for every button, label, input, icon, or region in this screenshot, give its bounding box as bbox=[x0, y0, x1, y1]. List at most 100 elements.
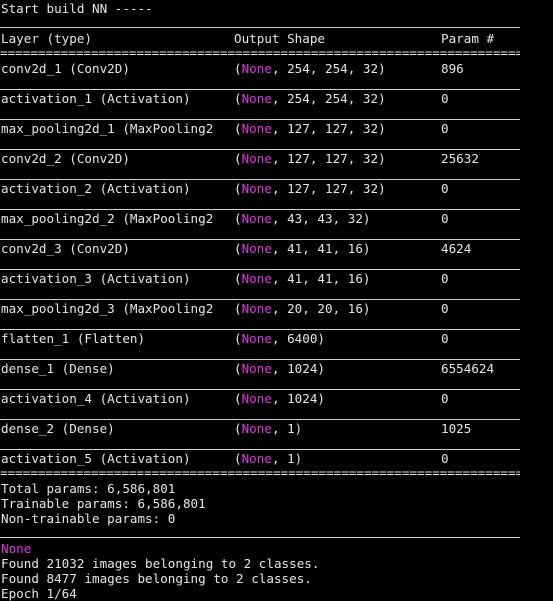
shape-none-keyword: None bbox=[241, 211, 272, 226]
shape-dims: , 43, 43, 32) bbox=[271, 211, 371, 226]
shape-dims: , 127, 127, 32) bbox=[271, 151, 386, 166]
shape-none-keyword: None bbox=[241, 421, 272, 436]
row-divider bbox=[0, 449, 520, 450]
shape-open-paren: ( bbox=[234, 241, 242, 256]
param-count: 0 bbox=[441, 121, 449, 136]
layer-name: max_pooling2d_2 (MaxPooling2 bbox=[1, 211, 214, 226]
param-count: 6554624 bbox=[441, 361, 495, 376]
output-shape: (None, 1024) bbox=[234, 361, 325, 377]
totals-separator: ========================================… bbox=[0, 470, 520, 476]
shape-open-paren: ( bbox=[234, 421, 242, 436]
none-output: None bbox=[1, 541, 32, 556]
shape-open-paren: ( bbox=[234, 301, 242, 316]
found-val-images: Found 8477 images belonging to 2 classes… bbox=[1, 571, 312, 586]
layer-name: activation_4 (Activation) bbox=[1, 391, 191, 406]
shape-none-keyword: None bbox=[241, 271, 272, 286]
table-header: Layer (type) Output Shape Param # bbox=[0, 31, 553, 47]
row-divider bbox=[0, 209, 520, 210]
output-shape: (None, 127, 127, 32) bbox=[234, 181, 386, 197]
output-shape: (None, 1) bbox=[234, 421, 302, 437]
shape-none-keyword: None bbox=[241, 241, 272, 256]
row-divider bbox=[0, 119, 520, 120]
layer-name: conv2d_1 (Conv2D) bbox=[1, 61, 130, 76]
row-divider bbox=[0, 359, 520, 360]
row-divider bbox=[0, 269, 520, 270]
summary-bottom-divider bbox=[0, 537, 520, 538]
layer-name: activation_3 (Activation) bbox=[1, 271, 191, 286]
layer-name: activation_2 (Activation) bbox=[1, 181, 191, 196]
row-divider bbox=[0, 179, 520, 180]
param-count: 1025 bbox=[441, 421, 472, 436]
table-row: dense_1 (Dense) (None, 1024) 6554624 bbox=[0, 361, 553, 377]
param-count: 0 bbox=[441, 451, 449, 466]
row-divider bbox=[0, 299, 520, 300]
shape-none-keyword: None bbox=[241, 331, 272, 346]
shape-open-paren: ( bbox=[234, 151, 242, 166]
shape-none-keyword: None bbox=[241, 361, 272, 376]
shape-dims: , 127, 127, 32) bbox=[271, 121, 386, 136]
header-layer: Layer (type) bbox=[1, 31, 92, 46]
table-row: activation_4 (Activation) (None, 1024) 0 bbox=[0, 391, 553, 407]
output-shape: (None, 254, 254, 32) bbox=[234, 91, 386, 107]
build-start-line: Start build NN ----- bbox=[1, 1, 153, 16]
shape-dims: , 254, 254, 32) bbox=[271, 91, 386, 106]
header-separator: ========================================… bbox=[0, 50, 520, 56]
param-count: 0 bbox=[441, 91, 449, 106]
param-count: 0 bbox=[441, 301, 449, 316]
shape-open-paren: ( bbox=[234, 451, 242, 466]
shape-dims: , 1) bbox=[271, 421, 303, 436]
shape-open-paren: ( bbox=[234, 91, 242, 106]
layer-name: max_pooling2d_3 (MaxPooling2 bbox=[1, 301, 214, 316]
row-divider bbox=[0, 149, 520, 150]
table-row: flatten_1 (Flatten) (None, 6400) 0 bbox=[0, 331, 553, 347]
shape-dims: , 1) bbox=[271, 451, 303, 466]
found-train-images: Found 21032 images belonging to 2 classe… bbox=[1, 556, 320, 571]
shape-open-paren: ( bbox=[234, 361, 242, 376]
total-params: Total params: 6,586,801 bbox=[1, 481, 176, 496]
non-trainable-params: Non-trainable params: 0 bbox=[1, 511, 176, 526]
output-shape: (None, 43, 43, 32) bbox=[234, 211, 371, 227]
layer-name: conv2d_2 (Conv2D) bbox=[1, 151, 130, 166]
row-divider bbox=[0, 389, 520, 390]
shape-none-keyword: None bbox=[241, 121, 272, 136]
table-row: activation_2 (Activation) (None, 127, 127… bbox=[0, 181, 553, 197]
row-divider bbox=[0, 419, 520, 420]
table-row: max_pooling2d_3 (MaxPooling2 (None, 20, 2… bbox=[0, 301, 553, 317]
shape-none-keyword: None bbox=[241, 91, 272, 106]
table-row: dense_2 (Dense) (None, 1) 1025 bbox=[0, 421, 553, 437]
shape-none-keyword: None bbox=[241, 301, 272, 316]
layer-name: conv2d_3 (Conv2D) bbox=[1, 241, 130, 256]
shape-dims: , 20, 20, 16) bbox=[271, 301, 371, 316]
shape-none-keyword: None bbox=[241, 151, 272, 166]
header-output-shape: Output Shape bbox=[234, 31, 325, 46]
table-row: conv2d_2 (Conv2D) (None, 127, 127, 32) 256… bbox=[0, 151, 553, 167]
output-shape: (None, 127, 127, 32) bbox=[234, 121, 386, 137]
shape-open-paren: ( bbox=[234, 121, 242, 136]
epoch-progress: Epoch 1/64 bbox=[1, 586, 77, 601]
table-row: max_pooling2d_2 (MaxPooling2 (None, 43, 4… bbox=[0, 211, 553, 227]
shape-dims: , 1024) bbox=[271, 391, 326, 406]
output-shape: (None, 6400) bbox=[234, 331, 325, 347]
table-row: activation_5 (Activation) (None, 1) 0 bbox=[0, 451, 553, 467]
shape-open-paren: ( bbox=[234, 181, 242, 196]
table-row: activation_1 (Activation) (None, 254, 254… bbox=[0, 91, 553, 107]
layer-name: flatten_1 (Flatten) bbox=[1, 331, 146, 346]
shape-none-keyword: None bbox=[241, 181, 272, 196]
output-shape: (None, 254, 254, 32) bbox=[234, 61, 386, 77]
output-shape: (None, 1) bbox=[234, 451, 302, 467]
shape-open-paren: ( bbox=[234, 271, 242, 286]
shape-dims: , 41, 41, 16) bbox=[271, 271, 371, 286]
top-divider bbox=[0, 27, 520, 28]
row-divider bbox=[0, 329, 520, 330]
shape-open-paren: ( bbox=[234, 211, 242, 226]
shape-open-paren: ( bbox=[234, 331, 242, 346]
param-count: 0 bbox=[441, 391, 449, 406]
row-divider bbox=[0, 239, 520, 240]
layer-name: dense_1 (Dense) bbox=[1, 361, 115, 376]
shape-dims: , 254, 254, 32) bbox=[271, 61, 386, 76]
table-row: conv2d_3 (Conv2D) (None, 41, 41, 16) 4624 bbox=[0, 241, 553, 257]
param-count: 0 bbox=[441, 211, 449, 226]
output-shape: (None, 1024) bbox=[234, 391, 325, 407]
shape-open-paren: ( bbox=[234, 61, 242, 76]
shape-open-paren: ( bbox=[234, 391, 242, 406]
